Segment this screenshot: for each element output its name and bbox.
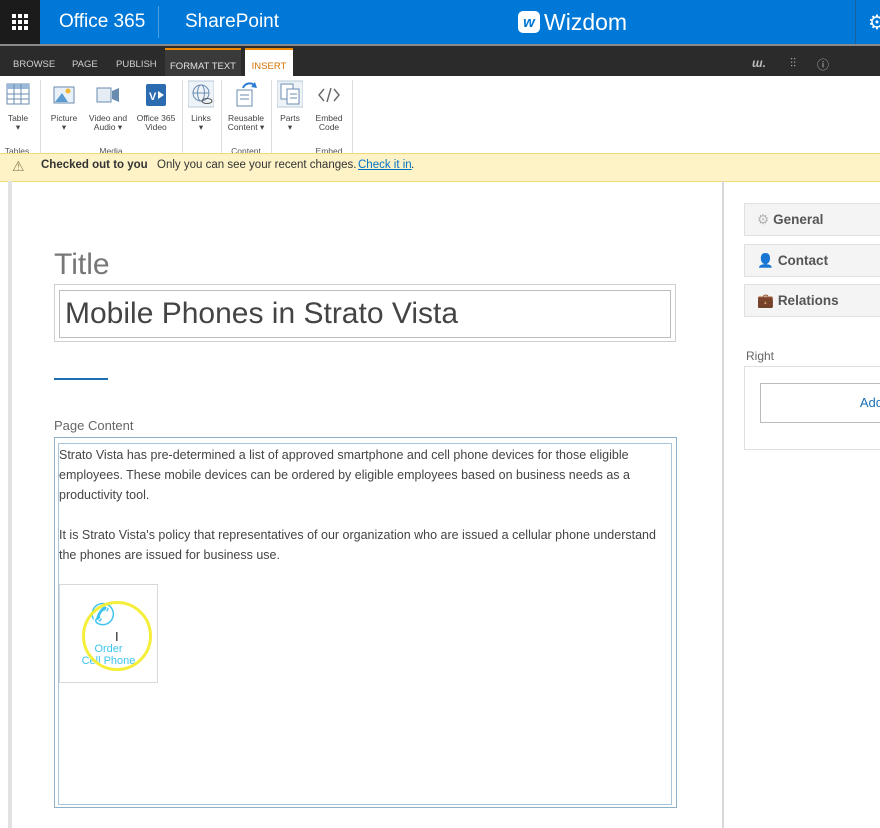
group-divider (271, 80, 272, 154)
wizdom-logo: w Wizdom (518, 8, 627, 36)
svg-text:V: V (149, 91, 157, 103)
page-content-label: Page Content (54, 418, 134, 433)
page-edge (8, 181, 12, 828)
chevron-down-icon: ▾ (198, 122, 204, 132)
tab-publish[interactable]: PUBLISH (116, 46, 157, 76)
gear-icon: ⚙ (757, 212, 770, 227)
chevron-down-icon: ▾ (15, 122, 21, 132)
chevron-down-icon: ▾ (259, 122, 265, 132)
embed-code-label-2: Code (318, 122, 340, 132)
wizdom-logo-mark: w (518, 11, 540, 33)
briefcase-icon: 💼 (757, 293, 774, 308)
group-divider (182, 80, 183, 154)
title-underline (54, 378, 108, 380)
sliders-icon[interactable]: ⫶⫶ (790, 56, 796, 71)
group-divider (221, 80, 222, 154)
reusable-content-button[interactable]: Reusable Content ▾ (224, 80, 268, 132)
suite-right-divider (855, 0, 856, 44)
ribbon-body: Table ▾ Picture ▾ Video and Audio ▾ V Of… (0, 76, 880, 159)
office365-video-label-2: Video (145, 122, 167, 132)
status-bold-text: Checked out to you (41, 159, 148, 171)
chevron-down-icon: ▾ (117, 122, 123, 132)
content-paragraph-1[interactable]: Strato Vista has pre-determined a list o… (59, 445, 659, 505)
table-button[interactable]: Table ▾ (2, 80, 34, 132)
tab-browse[interactable]: BROWSE (13, 46, 55, 76)
text-cursor-icon: I (115, 629, 119, 644)
info-icon[interactable]: ⓘ (817, 56, 829, 73)
video-audio-label-2: Audio (93, 122, 116, 132)
settings-gear-icon[interactable]: ⚙ (868, 10, 880, 35)
right-zone-label: Right (746, 349, 775, 363)
general-label: General (773, 212, 824, 227)
sharepoint-link[interactable]: SharePoint (185, 0, 279, 44)
office365-video-icon: V (146, 84, 166, 106)
warning-icon: ⚠ (12, 158, 25, 174)
app-launcher-button[interactable] (0, 0, 40, 44)
tab-insert[interactable]: INSERT (245, 48, 293, 78)
chevron-down-icon: ▾ (61, 122, 67, 132)
person-icon: 👤 (757, 253, 774, 268)
links-button[interactable]: Links ▾ (185, 80, 217, 132)
wizdom-logo-text: Wizdom (544, 8, 628, 35)
wizdom-small-icon[interactable]: ш. (752, 56, 766, 70)
checkout-status-bar: ⚠ Checked out to you Only you can see yo… (0, 153, 880, 182)
video-audio-button[interactable]: Video and Audio ▾ (85, 80, 131, 132)
ribbon-tab-row: BROWSE PAGE PUBLISH FORMAT TEXT INSERT ш… (0, 44, 880, 78)
relations-label: Relations (777, 293, 839, 308)
embed-code-button[interactable]: Embed Code (310, 80, 348, 132)
group-divider (352, 80, 353, 154)
title-label: Title (54, 248, 110, 281)
reusable-content-label-2: Content (227, 122, 258, 132)
parts-button[interactable]: Parts ▾ (274, 80, 306, 132)
relations-accordion[interactable]: 💼 Relations (744, 284, 880, 317)
waffle-icon (12, 14, 28, 30)
table-icon (6, 83, 30, 105)
add-web-part-button[interactable]: Add (760, 383, 880, 423)
chevron-down-icon: ▾ (287, 122, 293, 132)
web-parts-icon (276, 80, 304, 108)
globe-link-icon (187, 80, 215, 108)
check-in-link[interactable]: Check it in (358, 154, 412, 176)
status-message: Only you can see your recent changes. (157, 159, 357, 171)
reusable-content-icon (236, 82, 257, 107)
title-input[interactable]: Mobile Phones in Strato Vista (59, 290, 671, 338)
office365-link[interactable]: Office 365 (59, 0, 145, 44)
office365-video-button[interactable]: V Office 365 Video (133, 80, 179, 132)
picture-button[interactable]: Picture ▾ (46, 80, 82, 132)
suite-divider (158, 6, 159, 38)
picture-icon (53, 86, 75, 104)
tab-format-text[interactable]: FORMAT TEXT (165, 48, 241, 78)
content-paragraph-2[interactable]: It is Strato Vista's policy that represe… (59, 525, 659, 565)
tab-page[interactable]: PAGE (72, 46, 98, 76)
content-divider (722, 181, 724, 828)
embed-code-icon (318, 87, 340, 103)
contact-settings-accordion[interactable]: 👤Contact settings (744, 244, 880, 299)
group-divider (40, 80, 41, 154)
video-audio-icon (96, 87, 119, 103)
status-period: . (411, 159, 415, 171)
general-accordion[interactable]: ⚙ General (744, 203, 880, 236)
